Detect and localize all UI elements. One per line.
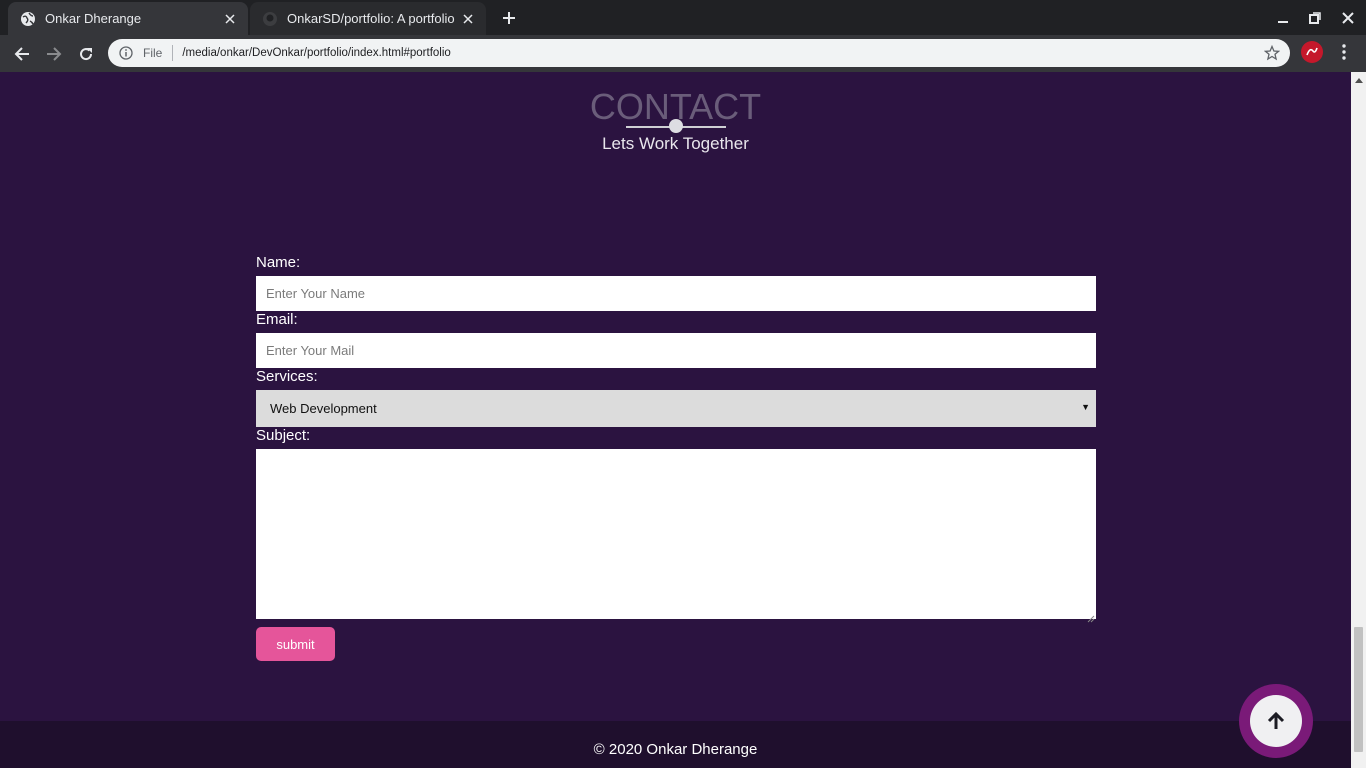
chevron-down-icon: ▼	[1081, 402, 1090, 412]
url-scheme: File	[143, 46, 163, 60]
email-input[interactable]	[256, 333, 1096, 368]
arrow-up-icon	[1267, 711, 1285, 729]
globe-icon	[20, 11, 36, 27]
back-arrow-icon[interactable]	[8, 40, 36, 68]
services-select[interactable]: Web Development ▼	[256, 390, 1096, 427]
close-icon[interactable]	[222, 11, 238, 27]
title-divider-dot	[669, 119, 683, 133]
footer: © 2020 Onkar Dherange	[0, 721, 1351, 768]
reload-icon[interactable]	[72, 40, 100, 68]
profile-avatar[interactable]	[1301, 41, 1323, 63]
url-text: /media/onkar/DevOnkar/portfolio/index.ht…	[182, 47, 451, 59]
divider	[172, 45, 174, 61]
subject-textarea[interactable]	[256, 449, 1096, 623]
kebab-menu-icon[interactable]	[1334, 42, 1354, 62]
scroll-to-top-inner	[1250, 695, 1302, 747]
restore-icon[interactable]	[1305, 8, 1325, 28]
scrollbar-thumb[interactable]	[1354, 627, 1363, 752]
star-icon[interactable]	[1263, 44, 1281, 62]
name-label: Name:	[256, 254, 301, 271]
section-subtitle: Lets Work Together	[602, 134, 749, 153]
info-icon[interactable]	[118, 45, 134, 61]
tab-github-portfolio[interactable]: OnkarSD/portfolio: A portfolio	[250, 2, 486, 35]
tab-onkar-dherange[interactable]: Onkar Dherange	[8, 2, 248, 35]
github-icon	[262, 11, 278, 27]
scroll-up-arrow-icon[interactable]	[1351, 72, 1366, 87]
services-selected-value: Web Development	[270, 401, 377, 416]
plus-icon[interactable]	[497, 6, 521, 30]
browser-toolbar: File /media/onkar/DevOnkar/portfolio/ind…	[0, 35, 1366, 72]
tab-title: OnkarSD/portfolio: A portfolio	[287, 11, 455, 26]
address-bar[interactable]: File /media/onkar/DevOnkar/portfolio/ind…	[108, 39, 1290, 67]
resize-grip-icon[interactable]	[1087, 610, 1095, 623]
subject-label: Subject:	[256, 427, 311, 444]
close-icon[interactable]	[460, 11, 476, 27]
scroll-to-top-button[interactable]	[1239, 684, 1313, 758]
forward-arrow-icon[interactable]	[40, 40, 68, 68]
submit-button[interactable]: submit	[256, 627, 335, 661]
tab-strip: Onkar Dherange OnkarSD/portfolio: A port…	[0, 0, 1366, 35]
name-input[interactable]	[256, 276, 1096, 311]
services-label: Services:	[256, 368, 318, 385]
footer-copyright: © 2020 Onkar Dherange	[593, 741, 758, 758]
minimize-icon[interactable]	[1273, 8, 1293, 28]
vertical-scrollbar[interactable]	[1351, 72, 1366, 768]
email-label: Email:	[256, 311, 298, 328]
tab-title: Onkar Dherange	[45, 11, 142, 26]
close-window-icon[interactable]	[1338, 8, 1358, 28]
page-viewport: CONTACT Lets Work Together Name: Email: …	[0, 72, 1351, 768]
